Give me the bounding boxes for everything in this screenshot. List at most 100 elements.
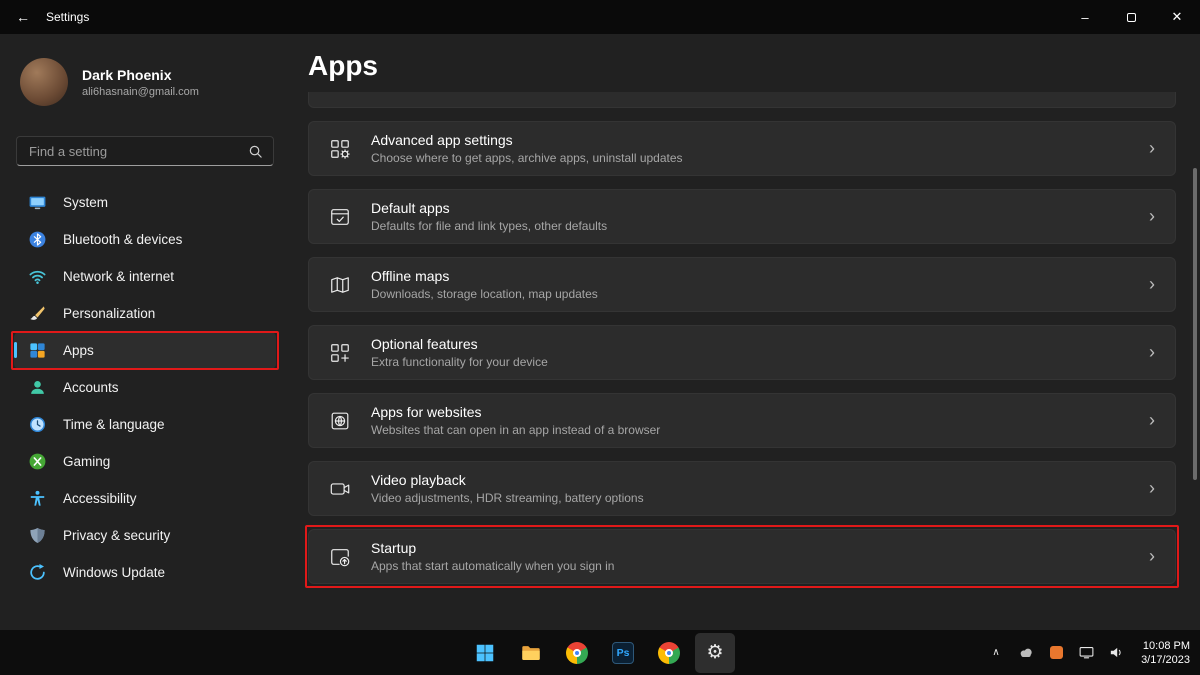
cast-display-icon [1078, 644, 1095, 661]
sidebar-item-label: Privacy & security [63, 528, 170, 543]
sidebar-item-label: Accessibility [63, 491, 137, 506]
sidebar-item-label: Time & language [63, 417, 165, 432]
sidebar-item-label: Apps [63, 343, 94, 358]
user-name: Dark Phoenix [82, 67, 199, 83]
sidebar-item-time-language[interactable]: Time & language [14, 406, 276, 443]
close-button[interactable]: ✕ [1154, 0, 1200, 34]
scrolled-card-partial[interactable] [308, 92, 1176, 108]
chevron-right-icon: › [1149, 138, 1175, 159]
row-subtitle: Choose where to get apps, archive apps, … [371, 151, 683, 165]
sidebar-item-privacy-security[interactable]: Privacy & security [14, 517, 276, 554]
sidebar-item-label: Windows Update [63, 565, 165, 580]
offline-maps-icon [309, 274, 371, 296]
sidebar-item-label: Accounts [63, 380, 119, 395]
chevron-right-icon: › [1149, 342, 1175, 363]
chrome-icon-2 [658, 642, 680, 664]
row-default-apps[interactable]: Default apps Defaults for file and link … [308, 189, 1176, 244]
sidebar-nav: System Bluetooth & devices Network & int… [0, 184, 290, 591]
window-controls: – ✕ [1062, 0, 1200, 34]
system-tray: ∧ 10:08 PM 3/17/20 [983, 635, 1200, 671]
row-apps-for-websites[interactable]: Apps for websites Websites that can open… [308, 393, 1176, 448]
sidebar: Dark Phoenix ali6hasnain@gmail.com Syste… [0, 34, 290, 630]
sidebar-item-system[interactable]: System [14, 184, 276, 221]
apps-icon [28, 341, 47, 360]
sidebar-item-gaming[interactable]: Gaming [14, 443, 276, 480]
row-title: Apps for websites [371, 404, 660, 420]
start-button[interactable] [465, 633, 505, 673]
sidebar-item-windows-update[interactable]: Windows Update [14, 554, 276, 591]
cast-display-button[interactable] [1073, 635, 1099, 671]
windows-update-icon [28, 563, 47, 582]
system-icon [28, 193, 47, 212]
optional-features-icon [309, 342, 371, 364]
window-title: Settings [46, 10, 89, 24]
default-apps-icon [309, 206, 371, 228]
sidebar-item-label: System [63, 195, 108, 210]
taskbar-center: Ps ⚙ [465, 633, 735, 673]
page-title: Apps [308, 48, 1176, 84]
row-subtitle: Extra functionality for your device [371, 355, 548, 369]
minimize-icon: – [1081, 10, 1088, 25]
row-title: Video playback [371, 472, 644, 488]
taskbar-clock[interactable]: 10:08 PM 3/17/2023 [1133, 639, 1190, 667]
chevron-right-icon: › [1149, 410, 1175, 431]
advanced-app-settings-icon [309, 138, 371, 160]
chevron-right-icon: › [1149, 206, 1175, 227]
tray-app-button-1[interactable] [1013, 635, 1039, 671]
tray-app-icon-2 [1050, 646, 1063, 659]
sidebar-item-bluetooth-devices[interactable]: Bluetooth & devices [14, 221, 276, 258]
settings-window: ← Settings – ✕ Dark Phoenix ali6hasnain@… [0, 0, 1200, 675]
privacy-security-icon [28, 526, 47, 545]
back-button[interactable]: ← [0, 0, 46, 34]
tray-expand-button[interactable]: ∧ [983, 635, 1009, 671]
photoshop-button[interactable]: Ps [603, 633, 643, 673]
user-profile[interactable]: Dark Phoenix ali6hasnain@gmail.com [20, 58, 270, 106]
row-title: Default apps [371, 200, 607, 216]
maximize-button[interactable] [1108, 0, 1154, 34]
row-title: Advanced app settings [371, 132, 683, 148]
row-optional-features[interactable]: Optional features Extra functionality fo… [308, 325, 1176, 380]
chrome-button[interactable] [557, 633, 597, 673]
video-playback-icon [309, 478, 371, 500]
settings-body: Dark Phoenix ali6hasnain@gmail.com Syste… [0, 34, 1200, 630]
row-subtitle: Websites that can open in an app instead… [371, 423, 660, 437]
chevron-right-icon: › [1149, 546, 1175, 567]
annotation-apps-highlight [11, 331, 279, 370]
sidebar-item-personalization[interactable]: Personalization [14, 295, 276, 332]
gear-icon: ⚙ [706, 641, 723, 664]
sidebar-item-network-internet[interactable]: Network & internet [14, 258, 276, 295]
user-email: ali6hasnain@gmail.com [82, 86, 199, 98]
sidebar-item-label: Bluetooth & devices [63, 232, 182, 247]
back-arrow-icon: ← [16, 9, 30, 25]
file-explorer-button[interactable] [511, 633, 551, 673]
row-subtitle: Video adjustments, HDR streaming, batter… [371, 491, 644, 505]
row-video-playback[interactable]: Video playback Video adjustments, HDR st… [308, 461, 1176, 516]
row-subtitle: Defaults for file and link types, other … [371, 219, 607, 233]
clock-time: 10:08 PM [1141, 639, 1190, 653]
photoshop-icon: Ps [612, 642, 634, 664]
chrome-icon [566, 642, 588, 664]
volume-button[interactable] [1103, 635, 1129, 671]
sidebar-item-apps[interactable]: Apps [14, 332, 276, 369]
settings-taskbar-button[interactable]: ⚙ [695, 633, 735, 673]
minimize-button[interactable]: – [1062, 0, 1108, 34]
row-advanced-app-settings[interactable]: Advanced app settings Choose where to ge… [308, 121, 1176, 176]
search-input[interactable] [27, 143, 248, 160]
row-title: Offline maps [371, 268, 598, 284]
search-box [16, 136, 274, 166]
row-offline-maps[interactable]: Offline maps Downloads, storage location… [308, 257, 1176, 312]
row-subtitle: Apps that start automatically when you s… [371, 559, 614, 573]
tray-app-icon-1 [1018, 645, 1034, 661]
sidebar-item-accessibility[interactable]: Accessibility [14, 480, 276, 517]
sidebar-item-accounts[interactable]: Accounts [14, 369, 276, 406]
tray-app-button-2[interactable] [1043, 635, 1069, 671]
titlebar: ← Settings – ✕ [0, 0, 1200, 34]
chrome-button-2[interactable] [649, 633, 689, 673]
chevron-right-icon: › [1149, 478, 1175, 499]
scrollbar-thumb[interactable] [1193, 168, 1197, 480]
folder-icon [520, 642, 542, 664]
row-startup[interactable]: Startup Apps that start automatically wh… [308, 529, 1176, 584]
accessibility-icon [28, 489, 47, 508]
volume-icon [1108, 644, 1125, 661]
personalization-icon [28, 304, 47, 323]
